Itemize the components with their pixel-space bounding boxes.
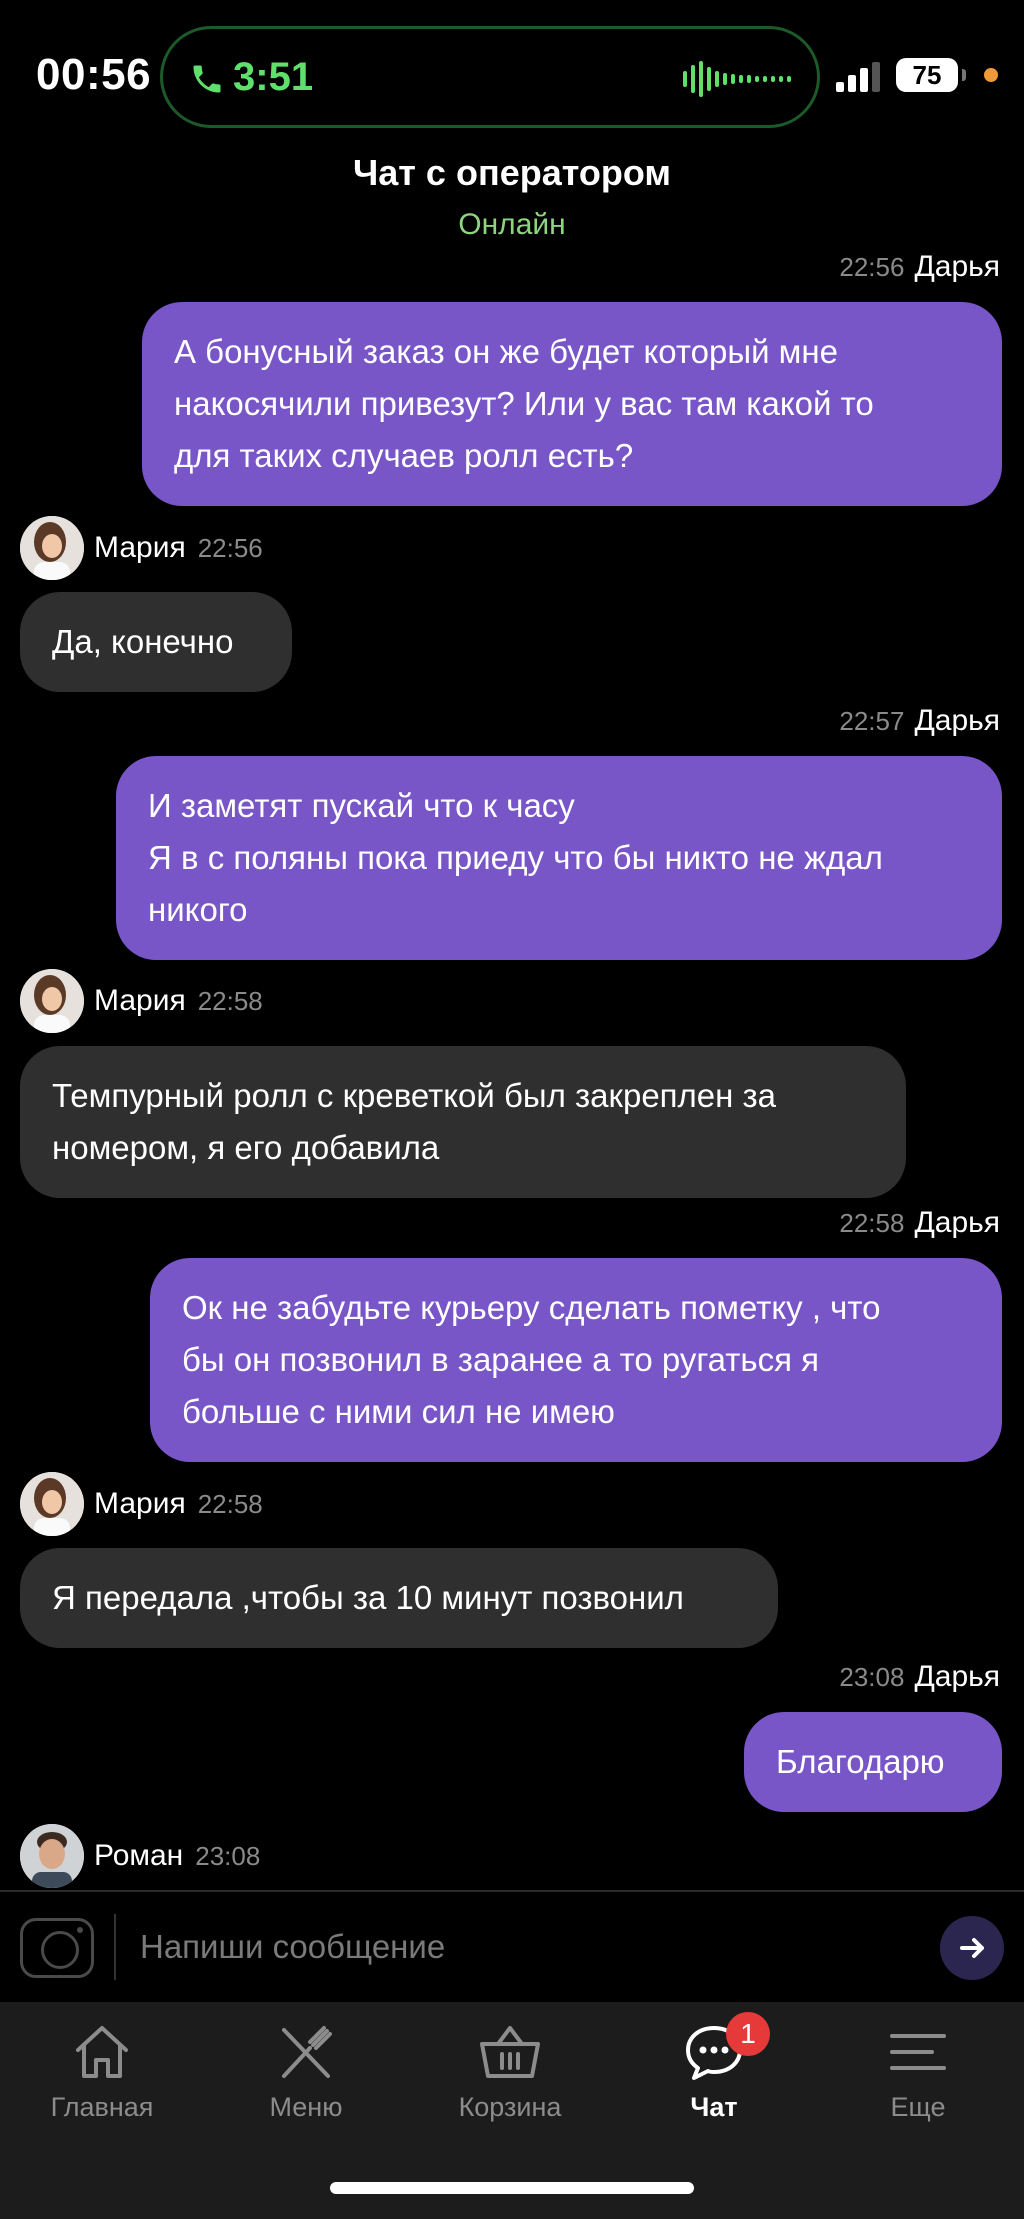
message-author: Роман: [94, 1839, 184, 1872]
message-line: И заметят пускай что к часу: [148, 787, 575, 824]
privacy-indicator-dot: [984, 68, 998, 82]
tab-label: Еще: [890, 2092, 946, 2122]
message-line: Благодарю: [776, 1743, 945, 1780]
hamburger-icon: [890, 2034, 946, 2070]
phone-icon: [193, 65, 221, 93]
message-meta: 22:58 Дарья: [839, 1206, 1000, 1240]
message-time: 22:56: [839, 252, 905, 282]
fork-knife-icon: [282, 2026, 332, 2078]
message-composer: [0, 1892, 1024, 2002]
tab-label: Меню: [269, 2092, 343, 2122]
page-title: Чат с оператором: [352, 152, 672, 193]
status-bar: 00:56 3:51 75: [0, 0, 1024, 150]
message-author: Дарья: [914, 704, 1000, 737]
avatar: [20, 1472, 84, 1536]
message-line: для таких случаев ролл есть?: [174, 437, 634, 474]
message-line: бы он позвонил в заранее а то ругаться я: [182, 1341, 820, 1378]
tab-menu[interactable]: Меню: [216, 2022, 396, 2142]
message-time: 22:56: [197, 532, 263, 563]
home-icon: [76, 2026, 128, 2078]
incoming-message-bubble[interactable]: Да, конечно: [20, 592, 292, 692]
avatar: [20, 1824, 84, 1888]
avatar: [20, 969, 84, 1033]
active-call-pill[interactable]: 3:51: [160, 26, 820, 128]
outgoing-message-bubble[interactable]: А бонусный заказ он же будет который мне…: [142, 302, 1002, 506]
message-line: Я передала ,чтобы за 10 минут позвонил: [52, 1579, 684, 1616]
tab-more[interactable]: Еще: [828, 2022, 1008, 2142]
message-meta: 22:56 Дарья: [839, 250, 1000, 284]
message-author: Мария: [94, 1487, 186, 1520]
signal-strength-icon: [836, 62, 880, 92]
arrow-right-icon: [960, 1938, 984, 1958]
message-author: Дарья: [914, 250, 1000, 283]
basket-icon: [480, 2026, 540, 2078]
message-time: 22:58: [197, 985, 263, 1016]
message-line: Я в с поляны пока приеду что бы никто не…: [148, 839, 883, 876]
divider: [114, 1914, 116, 1980]
tab-chat[interactable]: 1 Чат: [624, 2012, 804, 2142]
incoming-message-bubble[interactable]: Темпурный ролл с креветкой был закреплен…: [20, 1046, 906, 1198]
message-line: Ок не забудьте курьеру сделать пометку ,…: [182, 1289, 881, 1326]
message-meta: Мария 22:58: [20, 1472, 263, 1536]
tab-label: Чат: [690, 2092, 738, 2122]
message-time: 23:08: [839, 1662, 905, 1692]
tab-home[interactable]: Главная: [12, 2022, 192, 2142]
message-meta: 22:57 Дарья: [839, 704, 1000, 738]
message-line: Да, конечно: [52, 623, 234, 660]
message-time: 22:58: [197, 1488, 263, 1519]
message-line: номером, я его добавила: [52, 1129, 440, 1166]
message-time: 23:08: [195, 1840, 261, 1871]
clock: 00:56: [36, 50, 152, 99]
outgoing-message-bubble[interactable]: Ок не забудьте курьеру сделать пометку ,…: [150, 1258, 1002, 1462]
tab-label: Корзина: [458, 2092, 562, 2122]
message-meta: Мария 22:56: [20, 516, 263, 580]
outgoing-message-bubble[interactable]: И заметят пускай что к часу Я в с поляны…: [116, 756, 1002, 960]
message-meta: Мария 22:58: [20, 969, 263, 1033]
message-author: Мария: [94, 531, 186, 564]
message-time: 22:58: [839, 1208, 905, 1238]
message-meta: Роман 23:08: [20, 1824, 260, 1888]
battery-indicator: 75: [896, 58, 966, 92]
home-indicator[interactable]: [330, 2182, 694, 2194]
message-meta: 23:08 Дарья: [839, 1660, 1000, 1694]
audio-waveform-icon: [683, 61, 791, 97]
send-button[interactable]: [940, 1916, 1004, 1980]
message-time: 22:57: [839, 706, 905, 736]
message-line: больше с ними сил не имею: [182, 1393, 615, 1430]
call-duration: 3:51: [233, 55, 314, 99]
camera-icon[interactable]: [20, 1918, 94, 1978]
message-author: Мария: [94, 984, 186, 1017]
message-author: Дарья: [914, 1206, 1000, 1239]
message-line: никого: [148, 891, 248, 928]
message-input[interactable]: [140, 1912, 920, 1982]
outgoing-message-bubble[interactable]: Благодарю: [744, 1712, 1002, 1812]
message-line: А бонусный заказ он же будет который мне: [174, 333, 838, 370]
message-line: Темпурный ролл с креветкой был закреплен…: [52, 1077, 777, 1114]
avatar: [20, 516, 84, 580]
message-author: Дарья: [914, 1660, 1000, 1693]
chat-screen: 00:56 3:51 75 Чат с оператором Онлайн 22…: [0, 0, 1024, 2219]
tab-label: Главная: [50, 2092, 154, 2122]
operator-status: Онлайн: [458, 208, 566, 241]
incoming-message-bubble[interactable]: Я передала ,чтобы за 10 минут позвонил: [20, 1548, 778, 1648]
message-line: накосячили привезут? Или у вас там какой…: [174, 385, 874, 422]
unread-badge: 1: [726, 2012, 770, 2056]
tab-cart[interactable]: Корзина: [420, 2022, 600, 2142]
